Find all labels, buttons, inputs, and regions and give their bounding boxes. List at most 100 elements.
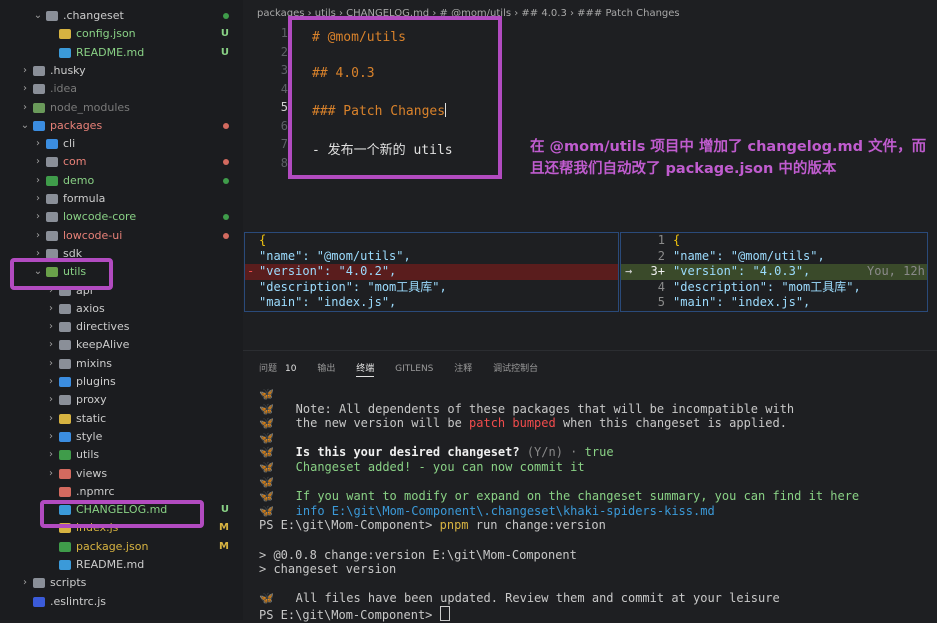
terminal-line: 🦋 Is this your desired changeset? (Y/n) … bbox=[259, 445, 614, 460]
tree-item-label: plugins bbox=[76, 375, 116, 388]
terminal-prompt: PS E:\git\Mom-Component> pnpm run change… bbox=[259, 518, 606, 533]
terminal-cursor bbox=[439, 606, 450, 621]
chevron-down-icon[interactable]: ⌄ bbox=[20, 117, 30, 135]
changelog-h3: ### Patch Changes bbox=[312, 103, 447, 119]
chevron-right-icon[interactable]: › bbox=[46, 300, 56, 318]
terminal-line: > changeset version bbox=[259, 562, 397, 577]
tree-item[interactable]: › views bbox=[0, 465, 243, 483]
line-number: 5 bbox=[280, 100, 288, 114]
tab-problems[interactable]: 问题 bbox=[259, 361, 277, 374]
tree-item[interactable]: › static bbox=[0, 410, 243, 428]
chevron-right-icon[interactable]: › bbox=[46, 446, 56, 464]
highlight-changelog-file bbox=[40, 500, 204, 528]
tree-item[interactable]: ⌄ .changeset bbox=[0, 7, 243, 25]
chevron-right-icon[interactable]: › bbox=[33, 135, 43, 153]
chevron-right-icon[interactable]: › bbox=[33, 227, 43, 245]
butterfly-icon: 🦋 bbox=[259, 401, 274, 416]
changelog-h2: ## 4.0.3 bbox=[312, 66, 375, 81]
chevron-down-icon[interactable]: ⌄ bbox=[33, 7, 43, 25]
tree-item-label: views bbox=[76, 466, 108, 480]
tree-item[interactable]: › lowcode-core bbox=[0, 208, 243, 226]
tree-item-label: style bbox=[76, 429, 103, 443]
tree-item[interactable]: .npmrc bbox=[0, 483, 243, 501]
tab-terminal[interactable]: 终端 bbox=[356, 361, 375, 377]
tree-item[interactable]: config.json U bbox=[0, 25, 243, 43]
tree-item[interactable]: › mixins bbox=[0, 355, 243, 373]
chevron-right-icon[interactable]: › bbox=[46, 391, 56, 409]
folder-icon bbox=[59, 358, 71, 369]
chevron-right-icon[interactable]: › bbox=[33, 172, 43, 190]
tree-item[interactable]: package.json M bbox=[0, 538, 243, 556]
butterfly-icon: 🦋 bbox=[259, 387, 274, 401]
terminal-line: 🦋 Changeset added! - you can now commit … bbox=[259, 460, 585, 474]
butterfly-icon: 🦋 bbox=[259, 460, 274, 474]
folder-icon bbox=[46, 194, 58, 204]
chevron-right-icon[interactable]: › bbox=[33, 190, 43, 208]
tree-item[interactable]: .eslintrc.js bbox=[0, 593, 243, 611]
tree-item[interactable]: › lowcode-ui bbox=[0, 227, 243, 245]
tree-item[interactable]: › plugins bbox=[0, 373, 243, 391]
git-status-dot bbox=[223, 214, 229, 221]
tree-item[interactable]: › style bbox=[0, 428, 243, 446]
chevron-right-icon[interactable]: › bbox=[33, 153, 43, 171]
folder-icon bbox=[59, 322, 71, 333]
tree-item[interactable]: › cli bbox=[0, 135, 243, 153]
file-icon bbox=[59, 47, 71, 58]
chevron-right-icon[interactable]: › bbox=[46, 355, 56, 373]
tree-item[interactable]: › node_modules bbox=[0, 99, 243, 117]
tree-item-label: scripts bbox=[50, 576, 87, 590]
diff-right-line: 2 "name": "@mom/utils", bbox=[657, 248, 825, 263]
git-status-badge: M bbox=[219, 540, 229, 552]
chevron-right-icon[interactable]: › bbox=[46, 428, 56, 446]
tree-item[interactable]: › keepAlive bbox=[0, 336, 243, 354]
tree-item[interactable]: › .idea bbox=[0, 80, 243, 98]
butterfly-icon: 🦋 bbox=[259, 489, 274, 504]
tree-item-label: .idea bbox=[50, 82, 78, 96]
folder-icon bbox=[46, 139, 58, 150]
changelog-item: - 发布一个新的 utils bbox=[312, 143, 453, 158]
line-number: 8 bbox=[280, 155, 288, 170]
git-status-badge: M bbox=[219, 522, 229, 534]
tree-item[interactable]: ⌄ packages bbox=[0, 117, 243, 135]
diff-left-removed-line: - "version": "4.0.2", bbox=[245, 264, 618, 280]
chevron-right-icon[interactable]: › bbox=[46, 410, 56, 428]
tree-item-label: .npmrc bbox=[76, 484, 115, 498]
butterfly-icon: 🦋 bbox=[259, 474, 274, 489]
chevron-right-icon[interactable]: › bbox=[20, 80, 30, 98]
tab-gitlens[interactable]: GITLENS bbox=[395, 364, 433, 374]
tree-item[interactable]: › directives bbox=[0, 318, 243, 336]
folder-icon bbox=[46, 11, 58, 21]
butterfly-icon: 🦋 bbox=[259, 430, 274, 445]
tree-item-label: demo bbox=[63, 173, 95, 187]
tree-item-label: node_modules bbox=[50, 100, 130, 114]
chevron-right-icon[interactable]: › bbox=[46, 336, 56, 354]
folder-icon bbox=[59, 303, 71, 314]
tree-item[interactable]: › axios bbox=[0, 300, 243, 318]
chevron-right-icon[interactable]: › bbox=[46, 465, 56, 483]
chevron-right-icon[interactable]: › bbox=[46, 318, 56, 336]
changelog-preview: # @mom/utils ## 4.0.3 ### Patch Changes … bbox=[288, 16, 502, 179]
tree-item[interactable]: › utils bbox=[0, 446, 243, 464]
chevron-right-icon[interactable]: › bbox=[20, 62, 30, 80]
tree-item[interactable]: › .husky bbox=[0, 62, 243, 80]
tree-item[interactable]: › demo bbox=[0, 172, 243, 190]
tree-item[interactable]: › scripts bbox=[0, 574, 243, 592]
chevron-right-icon[interactable]: › bbox=[46, 373, 56, 391]
tab-debug-console[interactable]: 调试控制台 bbox=[493, 361, 538, 374]
tree-item[interactable]: › com bbox=[0, 153, 243, 171]
chevron-right-icon[interactable]: › bbox=[20, 574, 30, 592]
terminal-prompt: PS E:\git\Mom-Component> bbox=[259, 606, 450, 622]
tree-item[interactable]: › proxy bbox=[0, 391, 243, 409]
tree-item[interactable]: README.md U bbox=[0, 44, 243, 62]
tree-item[interactable]: › formula bbox=[0, 190, 243, 208]
tree-item-label: README.md bbox=[76, 558, 145, 571]
tree-item[interactable]: README.md bbox=[0, 556, 243, 574]
chevron-right-icon[interactable]: › bbox=[33, 208, 43, 226]
tab-comments[interactable]: 注释 bbox=[454, 361, 472, 374]
tab-output[interactable]: 输出 bbox=[317, 361, 335, 374]
line-number: 1 bbox=[280, 26, 288, 40]
tree-item-label: axios bbox=[76, 301, 105, 315]
chevron-right-icon[interactable]: › bbox=[20, 99, 30, 117]
git-status-dot bbox=[223, 159, 229, 166]
diff-left-line: "main": "index.js", bbox=[259, 295, 397, 309]
